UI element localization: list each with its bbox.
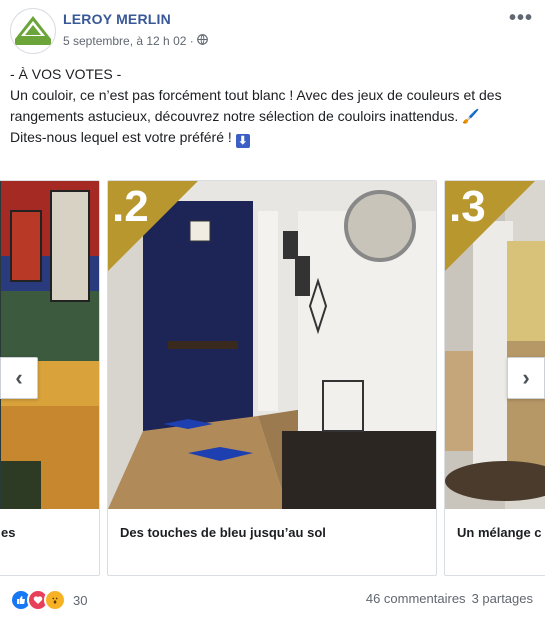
chevron-right-icon[interactable]: › [507,357,545,399]
card-photo[interactable]: .3 [445,181,545,509]
card-number-badge: .2 [112,182,149,231]
leroy-merlin-logo [15,16,51,45]
card-caption: Des touches de bleu jusqu’au sol [120,525,326,540]
post-stats: 46 commentaires 3 partages [366,591,533,606]
post-timestamp[interactable]: 5 septembre, à 12 h 02 · [63,34,194,48]
card-caption: Un mélange c [457,525,542,540]
page-name-link[interactable]: LEROY MERLIN [63,11,171,27]
card-photo[interactable]: .2 [108,181,436,509]
chevron-left-icon[interactable]: ‹ [0,357,38,399]
page-avatar[interactable] [10,8,56,54]
card-photo[interactable] [0,181,99,509]
more-options-icon[interactable]: ••• [509,7,533,30]
image-carousel[interactable]: es .2 Des touches de bleu jusqu’au sol .… [0,180,545,576]
carousel-card[interactable]: .2 Des touches de bleu jusqu’au sol [107,180,437,576]
reaction-count[interactable]: 30 [73,593,87,608]
down-arrow-emoji-icon: ⬇ [235,134,250,148]
shares-count-link[interactable]: 3 partages [472,591,533,606]
card-number-badge: .3 [449,182,486,231]
post-line-3: Dites-nous lequel est votre préféré ! ⬇ [10,127,530,148]
post-meta: 5 septembre, à 12 h 02 · [63,34,208,48]
post-message: - À VOS VOTES - Un couloir, ce n’est pas… [10,64,530,148]
post-line-3-text: Dites-nous lequel est votre préféré ! [10,129,232,145]
post-line-1: - À VOS VOTES - [10,66,122,82]
card-caption: es [1,525,16,540]
post-line-2: Un couloir, ce n’est pas forcément tout … [10,87,502,124]
reactions-summary[interactable]: 30 [10,589,87,611]
wow-icon [44,589,66,611]
comments-count-link[interactable]: 46 commentaires [366,591,466,606]
globe-icon[interactable] [196,34,208,48]
